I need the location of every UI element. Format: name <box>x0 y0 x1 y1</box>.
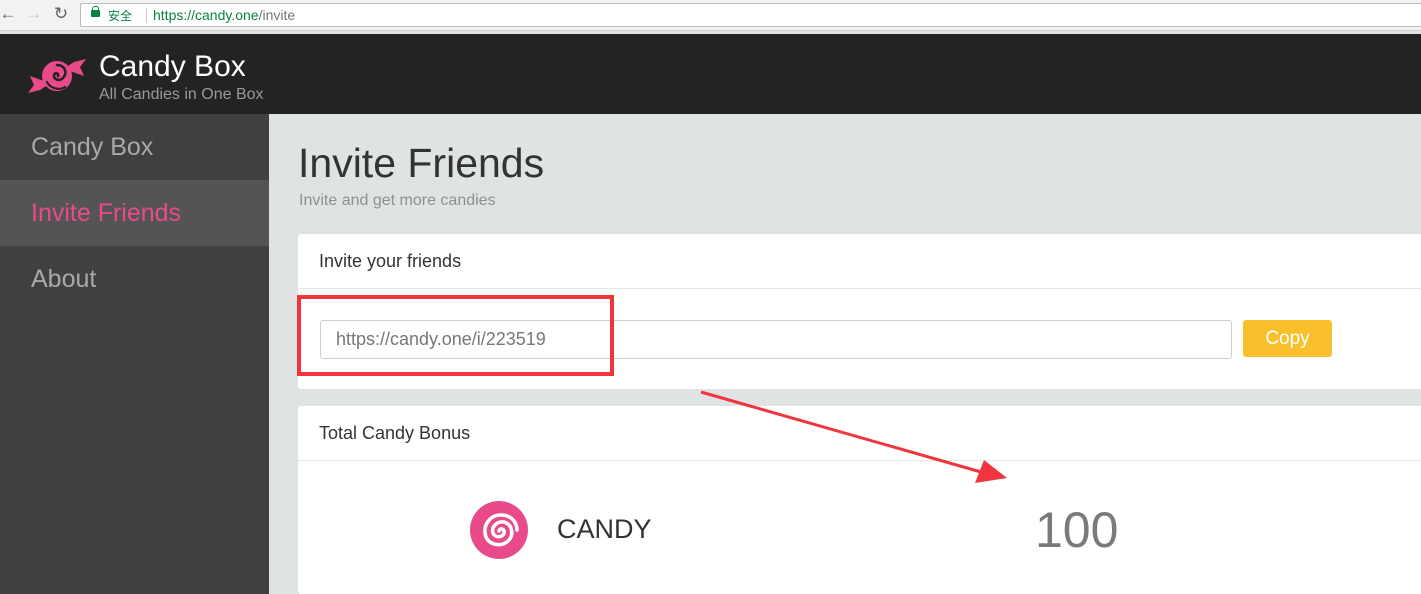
lock-icon <box>91 6 100 17</box>
invite-card-heading: Invite your friends <box>298 234 1421 289</box>
invite-card: Invite your friends Copy <box>298 234 1421 389</box>
address-divider <box>146 8 147 23</box>
sidebar-item-about[interactable]: About <box>0 246 269 312</box>
invite-link-input[interactable] <box>320 320 1232 359</box>
app-subtitle: All Candies in One Box <box>99 86 264 103</box>
url-text[interactable]: https://candy.one/invite <box>153 7 295 23</box>
url-host: https://candy.one <box>153 7 259 23</box>
app-title[interactable]: Candy Box <box>99 50 246 84</box>
forward-arrow-icon[interactable]: → <box>24 4 44 24</box>
reload-icon[interactable]: ↻ <box>51 4 71 24</box>
sidebar: Candy Box Invite Friends About <box>0 114 269 594</box>
app-header: Candy Box All Candies in One Box <box>0 34 1421 114</box>
back-arrow-icon[interactable]: ← <box>0 4 18 24</box>
url-path: /invite <box>258 7 296 23</box>
token-name: CANDY <box>557 514 652 544</box>
browser-toolbar: ← → ↻ 安全 https://candy.one/invite <box>0 0 1421 31</box>
candy-logo-icon[interactable] <box>26 48 88 104</box>
sidebar-item-invite-friends[interactable]: Invite Friends <box>0 180 269 246</box>
bonus-card-heading: Total Candy Bonus <box>298 406 1421 461</box>
page-title: Invite Friends <box>298 140 545 186</box>
address-bar[interactable]: 安全 https://candy.one/invite <box>80 3 1421 27</box>
sidebar-item-candy-box[interactable]: Candy Box <box>0 114 269 180</box>
secure-label: 安全 <box>108 9 133 23</box>
main-content: Invite Friends Invite and get more candi… <box>269 114 1421 594</box>
bonus-card: Total Candy Bonus CANDY 100 <box>298 406 1421 594</box>
spiral-candy-icon <box>470 501 528 559</box>
bonus-amount: 100 <box>1035 502 1119 558</box>
copy-button[interactable]: Copy <box>1243 320 1332 357</box>
page-subtitle: Invite and get more candies <box>299 192 496 209</box>
